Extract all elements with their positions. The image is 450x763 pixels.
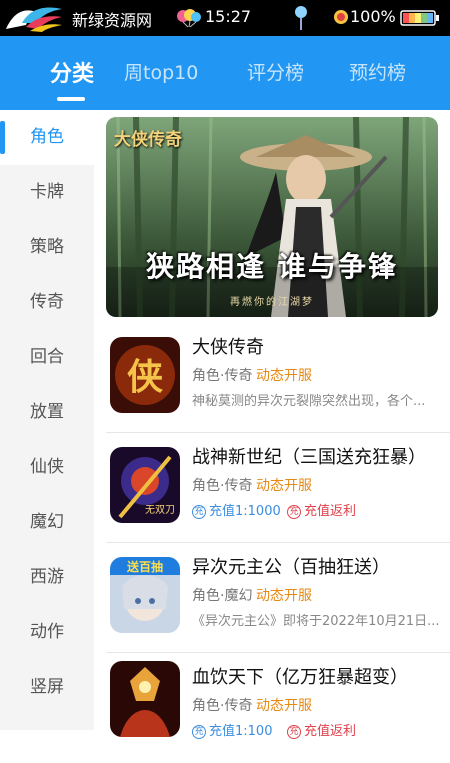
game-icon-glyph: 无双刀 [145, 504, 175, 516]
rebate-icon: 充 [287, 505, 301, 519]
status-bar: 新绿资源网 15:27 100% [0, 0, 450, 36]
sidebar-item-card[interactable]: 卡牌 [0, 165, 94, 220]
sidebar-item-xianxia[interactable]: 仙侠 [0, 440, 94, 495]
game-list-item[interactable]: 侠 大侠传奇 角色·传奇 动态开服 神秘莫测的异次元裂隙突然出现，各个... [106, 323, 450, 433]
location-pin-icon [295, 6, 307, 30]
game-categories: 角色·魔幻 [192, 588, 253, 604]
tab-reservation-rank[interactable]: 预约榜 [349, 58, 406, 85]
game-icon: 送百抽 [110, 557, 180, 633]
game-list-item[interactable]: 无双刀 战神新世纪（三国送充狂暴） 角色·传奇 动态开服 充充值1:1000 充… [106, 433, 450, 543]
sidebar-item-journey-west[interactable]: 西游 [0, 550, 94, 605]
recharge-rebate-badge: 充充值返利 [287, 500, 356, 519]
game-categories: 角色·传奇 [192, 698, 253, 714]
banner-subtitle: 再燃你的江湖梦 [230, 297, 314, 308]
tab-category[interactable]: 分类 [50, 56, 94, 88]
balloon-icon [177, 9, 201, 28]
game-icon-glyph: 侠 [127, 356, 164, 398]
sidebar-item-portrait[interactable]: 竖屏 [0, 660, 94, 715]
recharge-ratio-badge: 充充值1:1000 [192, 500, 281, 519]
game-server-status: 动态开服 [256, 368, 312, 384]
category-sidebar: 角色 卡牌 策略 传奇 回合 放置 仙侠 魔幻 西游 动作 竖屏 [0, 110, 94, 730]
game-list-item[interactable]: 送百抽 异次元主公（百抽狂送） 角色·魔幻 动态开服 《异次元主公》即将于202… [106, 543, 450, 653]
game-title: 血饮天下（亿万狂暴超变） [192, 667, 408, 688]
tab-rating-rank[interactable]: 评分榜 [247, 58, 304, 85]
status-app-name: 新绿资源网 [72, 11, 153, 30]
game-description: 神秘莫测的异次元裂隙突然出现，各个... [192, 394, 426, 409]
game-server-status: 动态开服 [256, 698, 312, 714]
tab-active-indicator [57, 97, 85, 101]
recharge-ratio-text: 充值1:1000 [209, 504, 281, 519]
recharge-rebate-text: 充值返利 [304, 724, 357, 739]
game-categories: 角色·传奇 [192, 478, 253, 494]
game-categories: 角色·传奇 [192, 368, 253, 384]
sidebar-item-action[interactable]: 动作 [0, 605, 94, 660]
sidebar-item-role[interactable]: 角色 [0, 110, 94, 165]
banner-game-logo: 大侠传奇 [114, 130, 182, 150]
game-description: 《异次元主公》即将于2022年10月21日... [192, 614, 440, 629]
game-icon: 侠 [110, 337, 180, 413]
sidebar-item-legend[interactable]: 传奇 [0, 275, 94, 330]
app-logo-icon [6, 7, 62, 32]
sidebar-item-idle[interactable]: 放置 [0, 385, 94, 440]
game-server-status: 动态开服 [256, 478, 312, 494]
rebate-icon: 充 [287, 725, 301, 739]
sidebar-item-strategy[interactable]: 策略 [0, 220, 94, 275]
banner-slogan: 狭路相逢 谁与争锋 [146, 250, 398, 283]
recharge-ratio-text: 充值1:100 [209, 724, 273, 739]
recharge-rebate-text: 充值返利 [304, 504, 357, 519]
recharge-icon: 充 [192, 505, 206, 519]
game-icon: 无双刀 [110, 447, 180, 523]
recharge-icon: 充 [192, 725, 206, 739]
game-title: 大侠传奇 [192, 337, 264, 358]
promo-banner[interactable]: 大侠传奇 狭路相逢 谁与争锋 再燃你的江湖梦 [106, 117, 438, 317]
game-title: 异次元主公（百抽狂送） [192, 557, 390, 578]
sidebar-item-fantasy[interactable]: 魔幻 [0, 495, 94, 550]
battery-icon [400, 10, 439, 26]
top-tab-bar: 分类 周top10 评分榜 预约榜 [0, 36, 450, 110]
tab-weekly-top10[interactable]: 周top10 [124, 58, 198, 85]
game-list-item[interactable]: 血饮天下（亿万狂暴超变） 角色·传奇 动态开服 充充值1:100 充充值返利 [106, 653, 450, 763]
game-icon [110, 661, 180, 737]
game-server-status: 动态开服 [256, 588, 312, 604]
sidebar-item-turn-based[interactable]: 回合 [0, 330, 94, 385]
battery-percent: 100% [350, 7, 396, 26]
game-title: 战神新世纪（三国送充狂暴） [192, 447, 426, 468]
game-icon-glyph: 送百抽 [126, 559, 163, 574]
signal-icon [334, 10, 348, 24]
status-time: 15:27 [205, 7, 252, 26]
